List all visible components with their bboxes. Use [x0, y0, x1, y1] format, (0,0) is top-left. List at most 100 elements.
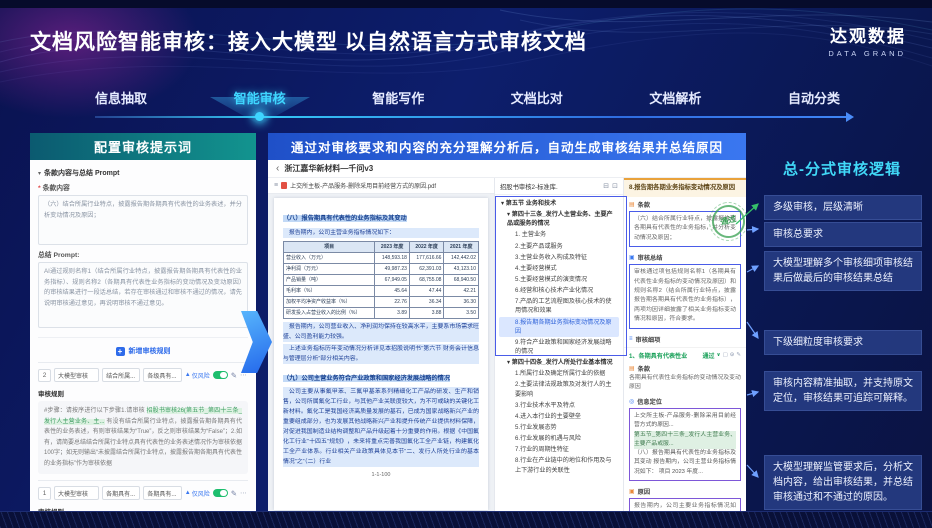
doc-table-body: 营业收入（万元）148,593.18177,616.66142,442.02净利… — [284, 252, 479, 318]
list-icon: ≡ — [629, 336, 633, 342]
tree-item[interactable]: 8.行业在产业链中的地位和作用及与上下游行业的关联性 — [499, 455, 619, 475]
locate-box[interactable]: 上交所主板-产品服务-删除采用目前经营方式的原因... 第五节_第四十三条_发行… — [629, 408, 741, 481]
expand-all-icon[interactable]: ⊡ — [612, 182, 618, 190]
doc-table-header-cell: 项目 — [284, 241, 375, 252]
doc-table-cell: 49,987.23 — [375, 263, 410, 274]
rule-tree-title: 招股书审核2-标准库. — [500, 182, 558, 191]
target-icon: ◎ — [629, 398, 634, 405]
plus-icon: + — [116, 347, 125, 356]
doc-table-header-cell: 2023 年度 — [375, 241, 410, 252]
doc-table-cell: 62,391.03 — [409, 263, 444, 274]
summary-prompt-textarea[interactable]: AI通过规则名称1（结合所属行业特点，披露报告期各期具有代表性的业务指标）、规则… — [38, 262, 248, 328]
tree-item[interactable]: 3.主营业务收入构成及特征 — [499, 252, 619, 263]
doc-table-header-cell: 2022 年度 — [409, 241, 444, 252]
clause-content-textarea[interactable]: （六）结合所属行业特点，披露报告期各期具有代表性的业务表述，并分析变动情况及原因… — [38, 195, 248, 245]
tree-item[interactable]: ▾ 第四十四条_发行人所处行业基本情况 — [499, 357, 619, 368]
note-box: 下级细粒度审核要求 — [764, 330, 922, 355]
doc-table-cell: 22.76 — [375, 296, 410, 307]
more-icon[interactable]: ⋯ — [240, 489, 248, 497]
rule-type-input[interactable]: 大模型审核 — [54, 368, 99, 382]
nav-tab[interactable]: 文档解析 — [649, 88, 701, 107]
risk-only-tag[interactable]: ▲仅风险 — [185, 371, 210, 380]
prompt-config-panel: 配置审核提示词 ▾ 条款内容与总结 Prompt *条款内容 （六）结合所属行业… — [30, 133, 256, 513]
tree-item[interactable]: 5.主要经营模式的演变情况 — [499, 274, 619, 285]
detail-item-row[interactable]: 1、各期具有代表性业务指标... 通过 ∨ ▢ ⊙ ✎ — [624, 347, 746, 361]
rule-type-input[interactable]: 大模型审核 — [54, 486, 99, 500]
prompt-section-label: 条款内容与总结 Prompt — [44, 168, 119, 178]
pdf-file-icon — [281, 182, 287, 189]
collapse-all-icon[interactable]: ⊟ — [603, 182, 609, 190]
tree-item[interactable]: 7.行业的周期性特征 — [499, 444, 619, 455]
tree-item[interactable]: 2.主要法律法规政策及对发行人的主要影响 — [499, 379, 619, 399]
rule-tree-column: 招股书审核2-标准库. ⊟ ⊡ ▾ 第五节 业务和技术▾ 第四十三条_发行人主营… — [494, 178, 624, 514]
tree-item[interactable]: 5.行业发展态势 — [499, 422, 619, 433]
tree-item[interactable]: 1. 主营业务 — [499, 229, 619, 240]
tree-item[interactable]: 1.所属行业及确定所属行业的依据 — [499, 368, 619, 379]
locate-line[interactable]: 上交所主板-产品服务-删除采用目前经营方式的原因... — [634, 412, 736, 431]
tree-item-selected[interactable]: 8.报告期各期业务指标变动情况及原因 — [499, 317, 619, 337]
doc-table-cell: 177,616.66 — [409, 252, 444, 263]
nav-tab[interactable]: 智能审核 — [234, 88, 286, 107]
risk-icon: ▲ — [185, 372, 191, 378]
doc-table-cell: 36.30 — [444, 296, 479, 307]
rule-field2-input[interactable]: 各级具有... — [143, 368, 181, 382]
doc-table-cell: 68,755.08 — [409, 274, 444, 285]
locate-icon[interactable]: ⊙ — [730, 352, 735, 358]
tree-list: ▾ 第五节 业务和技术▾ 第四十三条_发行人主营业务、主要产品或服务的情况1. … — [495, 195, 623, 514]
edit-icon[interactable]: ✎ — [231, 489, 237, 498]
rule-enable-toggle[interactable] — [213, 371, 228, 380]
prompt-section-toggle[interactable]: ▾ 条款内容与总结 Prompt — [38, 168, 248, 178]
risk-only-tag[interactable]: ▲仅风险 — [185, 489, 210, 498]
tree-item[interactable]: 4.主要经营模式 — [499, 263, 619, 274]
doc-table-head-row: 项目2023 年度2022 年度2021 年度 — [284, 241, 479, 252]
doc-table-cell: 3.89 — [375, 307, 410, 318]
add-rule-button-label: 新增审核规则 — [129, 346, 171, 356]
clause-label-row: ▤ 条款 — [624, 361, 746, 374]
locate-line[interactable]: （八）报告期具有代表性的业务指标及其变动 报告期内，公司主营业务指标情况如下： … — [634, 449, 736, 477]
top-dark-band — [0, 0, 932, 8]
summary-prompt-label: 总结 Prompt: — [38, 249, 248, 259]
chevron-down-icon[interactable]: ∨ — [717, 352, 721, 358]
menu-icon[interactable]: ≡ — [274, 182, 278, 189]
tree-item[interactable]: ▾ 第四十三条_发行人主营业务、主要产品或服务的情况 — [499, 209, 619, 229]
rule-field1-input[interactable]: 各期具有... — [102, 486, 140, 500]
review-section-title: 8.报告期各期业务指标变动情况及原因 — [624, 178, 746, 197]
tree-header-icons: ⊟ ⊡ — [603, 182, 618, 190]
box-icon: ▣ — [629, 488, 635, 495]
doc-table-row: 研发投入占营业收入的比例（%）3.893.883.50 — [284, 307, 479, 318]
nav-tab[interactable]: 自动分类 — [788, 88, 840, 107]
edit-icon[interactable]: ✎ — [736, 352, 741, 358]
nav-tab[interactable]: 文档比对 — [511, 88, 563, 107]
tree-item[interactable]: 3.行业技术水平及特点 — [499, 400, 619, 411]
locate-label-row: ◎ 信息定位 — [624, 394, 746, 407]
document-icon: ▤ — [629, 201, 635, 208]
detail-clause-text: 各期具有代表性业务指标的变动情况及变动原因 — [629, 374, 741, 392]
rule-field1-input[interactable]: 结合所属... — [102, 368, 140, 382]
rule-card-header: 2 大模型审核 结合所属... 各级具有... ▲仅风险 ✎ ⋯ — [38, 368, 248, 382]
clause-text-box: （六）结合所属行业特点，披露报告期各期具有代表性的业务指标，并分析变动情况及原因… — [629, 211, 741, 247]
note-box: 大模型理解监管要求后，分析文档内容，给出审核结果，并总结审核通过和不通过的原因。 — [764, 455, 922, 510]
edit-icon[interactable]: ✎ — [231, 371, 237, 380]
tree-item[interactable]: 7.产品的工艺流程图及核心技术的使用情况和效果 — [499, 296, 619, 316]
tree-item[interactable]: 6.经营和核心技术产业化情况 — [499, 285, 619, 296]
back-icon[interactable]: ‹ — [276, 163, 279, 174]
tree-item[interactable]: 6.行业发展的机遇与风险 — [499, 433, 619, 444]
rule-enable-toggle[interactable] — [213, 489, 228, 498]
breadcrumb-label: 浙江嘉华新材料—千问v3 — [284, 163, 373, 174]
tree-item[interactable]: ▾ 第五节 业务和技术 — [499, 198, 619, 209]
rule-field2-input[interactable]: 各期具有... — [143, 486, 181, 500]
nav-tab[interactable]: 信息抽取 — [95, 88, 147, 107]
doc-table-row: 营业收入（万元）148,593.18177,616.66142,442.02 — [284, 252, 479, 263]
locate-line[interactable]: 第五节_第四十三条_发行人主营业务、主要产品或服... — [634, 431, 736, 450]
nav-tab[interactable]: 智能写作 — [372, 88, 424, 107]
copy-icon[interactable]: ▢ — [723, 352, 728, 358]
brand-logo-subtitle: DATA GRAND — [828, 49, 906, 58]
add-rule-button[interactable]: + 新增审核规则 — [38, 337, 248, 356]
tree-item[interactable]: 4.进入本行业的主要壁垒 — [499, 411, 619, 422]
document-page[interactable]: （八）报告期具有代表性的业务指标及其变动 报告期内，公司主营业务指标情况如下： … — [274, 198, 488, 510]
summary-label-row: ▣ 审核总结 — [624, 250, 746, 263]
status-badge[interactable]: 通过 — [703, 351, 715, 360]
tree-item[interactable]: 2.主要产品或服务 — [499, 241, 619, 252]
document-viewer-column: ≡ 上交所主板-产品服务-删除采用目前经营方式的原因.pdf （八）报告期具有代… — [268, 178, 494, 514]
tree-item[interactable]: 9.符合产业政策和国家经济发展战略的情况 — [499, 337, 619, 357]
